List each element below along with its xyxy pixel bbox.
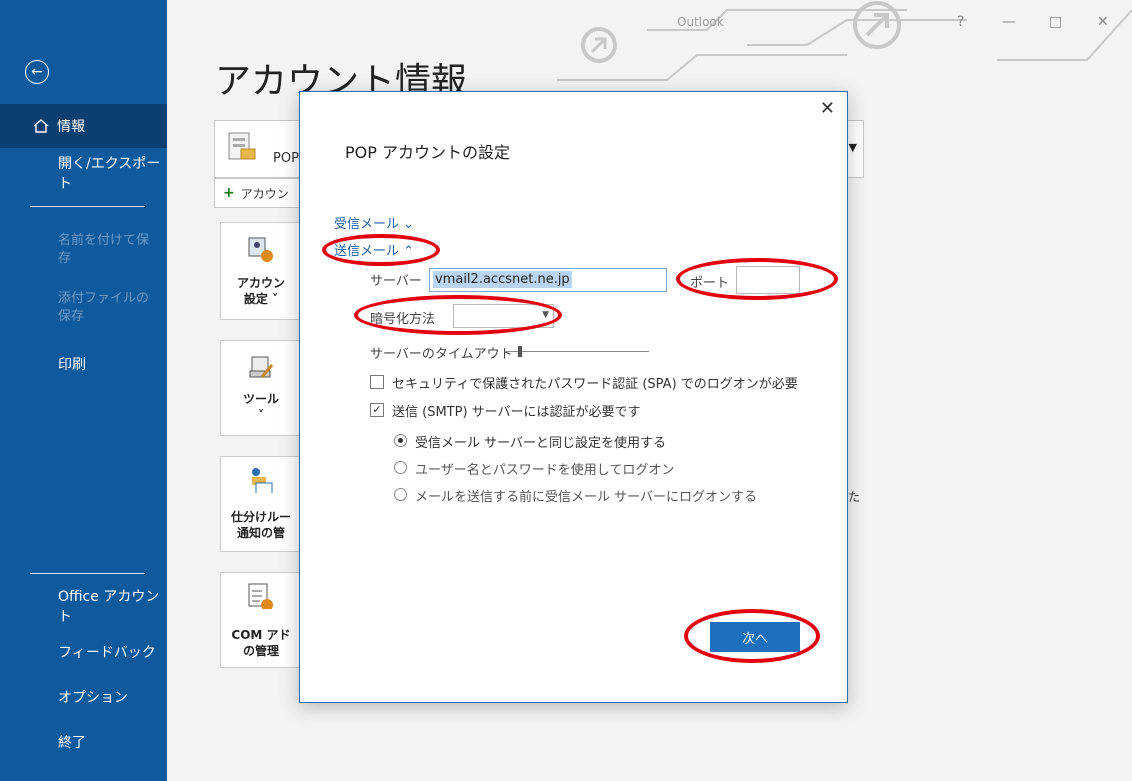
radio-label: 受信メール サーバーと同じ設定を使用する [415,436,667,451]
sidebar-item-options[interactable]: オプション [0,675,167,719]
card-label: COM アド の管理 [231,628,291,658]
radio-label: ユーザー名とパスワードを使用してログオン [415,463,675,478]
sidebar-item-label: Office アカウント [58,589,160,625]
server-label: サーバー [370,274,422,289]
sidebar-divider [30,573,145,574]
smtp-auth-label: 送信 (SMTP) サーバーには認証が必要です [392,405,641,420]
sidebar-item-feedback[interactable]: フィードバック [0,630,167,674]
sidebar-item-label: オプション [58,690,128,706]
rules-icon [252,468,273,493]
circuit-decoration-icon [557,1,1132,81]
account-settings-card[interactable]: アカウン 設定 ˅ [220,222,300,320]
background-text: た [848,490,861,504]
server-value: vmail2.accsnet.ne.jp [433,271,572,288]
sidebar-item-info[interactable]: 情報 [0,104,167,148]
minimize-icon[interactable]: — [1002,14,1016,30]
incoming-mail-toggle[interactable]: 受信メール ⌄ [334,213,414,232]
sidebar-item-label: 印刷 [58,357,86,373]
com-addins-card[interactable]: COM アド の管理 [220,572,300,668]
sidebar-item-label: 開く/エクスポート [58,156,161,192]
home-icon [33,119,49,133]
card-label: ツール ˅ [242,392,279,422]
add-account-label: アカウン [240,186,289,201]
timeout-label: サーバーのタイムアウト [370,347,513,362]
back-arrow-icon[interactable]: ← [25,60,49,84]
account-type: POP [273,151,299,166]
sidebar-item-label: 終了 [58,735,86,751]
spa-checkbox[interactable] [370,375,384,389]
dialog-title: POP アカウントの設定 [345,143,510,162]
smtp-auth-checkbox[interactable]: ✓ [370,403,384,417]
sidebar-item-label: 添付ファイルの保存 [58,291,150,324]
sidebar-item-label: フィードバック [58,645,156,661]
tools-icon [249,356,274,378]
spa-label: セキュリティで保護されたパスワード認証 (SPA) でのログオンが必要 [392,377,798,392]
radio-label: メールを送信する前に受信メール サーバーにログオンする [415,490,758,505]
mail-account-icon [228,132,256,160]
sidebar-divider [30,206,145,207]
dropdown-caret-icon: ▼ [848,141,857,154]
close-window-icon[interactable]: ✕ [1097,14,1109,30]
help-icon[interactable]: ? [957,14,964,30]
sidebar-item-label: 情報 [57,119,85,135]
sidebar-item-save-as: 名前を付けて保存 [0,232,167,282]
plus-icon: + [223,185,235,201]
next-button[interactable]: 次へ [710,622,800,652]
slider-track [506,351,649,352]
sidebar-item-save-attachments: 添付ファイルの保存 [0,290,167,340]
radio-same-settings[interactable] [394,434,407,447]
server-input[interactable]: vmail2.accsnet.ne.jp [429,268,667,292]
pop-settings-dialog: ✕ POP アカウントの設定 受信メール ⌄ 送信メール ⌃ サーバー vmai… [299,91,848,703]
backstage-sidebar: ← 情報 開く/エクスポート 名前を付けて保存 添付ファイルの保存 印刷 Off… [0,0,167,781]
rules-card[interactable]: 仕分けルー 通知の管 [220,456,300,552]
sidebar-item-exit[interactable]: 終了 [0,720,167,764]
port-input[interactable] [736,266,800,294]
account-settings-icon [248,237,273,262]
window-title: Outlook [677,15,724,29]
slider-thumb[interactable] [518,346,522,357]
radio-username-password[interactable] [394,461,407,474]
com-addins-icon [248,583,273,609]
encryption-select[interactable]: ▼ [453,304,554,328]
close-icon[interactable]: ✕ [820,98,835,119]
timeout-slider[interactable] [506,346,649,357]
sidebar-item-open-export[interactable]: 開く/エクスポート [0,151,167,195]
sidebar-item-print[interactable]: 印刷 [0,342,167,386]
chevron-down-icon: ▼ [542,310,549,320]
tools-card[interactable]: ツール ˅ [220,340,300,436]
card-label: 仕分けルー 通知の管 [230,510,291,540]
port-label: ポート [690,276,730,291]
encryption-label: 暗号化方法 [370,312,436,327]
maximize-icon[interactable]: □ [1049,14,1062,30]
radio-logon-before-send[interactable] [394,488,407,501]
outgoing-mail-toggle[interactable]: 送信メール ⌃ [334,240,414,259]
sidebar-item-label: 名前を付けて保存 [58,233,150,266]
card-label: アカウン 設定 ˅ [236,276,285,306]
sidebar-item-office-account[interactable]: Office アカウント [0,584,167,628]
